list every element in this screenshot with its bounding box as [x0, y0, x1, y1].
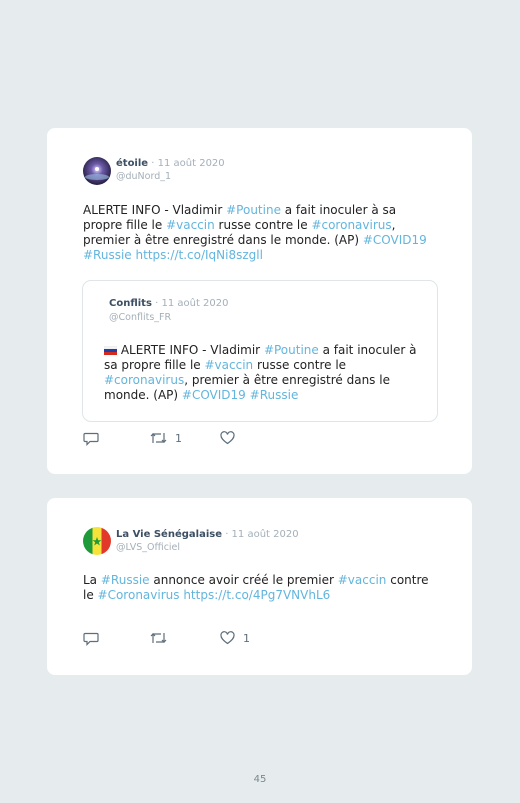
tweet-text-segment: russe contre le: [253, 358, 347, 372]
quoted-tweet-date: · 11 août 2020: [155, 298, 229, 309]
hashtag-link[interactable]: #coronavirus: [104, 373, 184, 387]
tweet-date[interactable]: · 11 août 2020: [151, 158, 224, 169]
hashtag-link[interactable]: #coronavirus: [311, 218, 391, 232]
retweet-button[interactable]: 1: [150, 430, 182, 446]
tweet-text: La #Russie annonce avoir créé le premier…: [83, 573, 443, 603]
like-icon: [220, 631, 235, 645]
like-button[interactable]: 1: [220, 630, 250, 646]
avatar[interactable]: [83, 527, 111, 555]
hashtag-link[interactable]: #Russie: [83, 248, 132, 262]
tweet-text-segment: ALERTE INFO - Vladimir: [83, 203, 227, 217]
retweet-icon: [150, 633, 167, 643]
hashtag-link[interactable]: #Russie: [101, 573, 150, 587]
hashtag-link[interactable]: #Coronavirus: [98, 588, 180, 602]
page-number: 45: [253, 774, 267, 785]
retweet-count: 1: [175, 431, 182, 445]
author-handle[interactable]: @duNord_1: [116, 170, 171, 183]
like-icon: [220, 431, 235, 445]
reply-button[interactable]: [83, 430, 99, 446]
quoted-tweet-text: ALERTE INFO - Vladimir #Poutine a fait i…: [103, 343, 419, 403]
tweet-text-segment: La: [83, 573, 101, 587]
russia-flag-icon: [103, 345, 118, 355]
tweet-link[interactable]: https://t.co/IqNi8szgll: [132, 248, 263, 262]
tweet-date[interactable]: · 11 août 2020: [225, 529, 298, 540]
hashtag-link[interactable]: #vaccin: [205, 358, 254, 372]
retweet-icon: [150, 433, 167, 443]
author-name[interactable]: La Vie Sénégalaise: [116, 529, 222, 540]
hashtag-link[interactable]: #Russie: [250, 388, 299, 402]
tweet-actions: 1: [83, 430, 283, 446]
tweet-text: ALERTE INFO - Vladimir #Poutine a fait i…: [83, 203, 433, 263]
tweet-link[interactable]: https://t.co/4Pg7VNVhL6: [180, 588, 330, 602]
quoted-author-name[interactable]: Conflits: [109, 298, 152, 309]
hashtag-link[interactable]: #vaccin: [166, 218, 215, 232]
like-count: 1: [243, 631, 250, 645]
quoted-tweet[interactable]: Conflits · 11 août 2020 @Conflits_FR ALE…: [82, 280, 438, 422]
reply-icon: [83, 432, 99, 446]
hashtag-link[interactable]: #Poutine: [226, 203, 281, 217]
tweet-card-1: étoile · 11 août 2020 @duNord_1 ALERTE I…: [47, 128, 472, 474]
senegal-flag-icon: [83, 527, 111, 555]
retweet-button[interactable]: [150, 630, 175, 646]
author-handle[interactable]: @LVS_Officiel: [116, 541, 180, 554]
tweet-card-2: La Vie Sénégalaise · 11 août 2020 @LVS_O…: [47, 498, 472, 675]
hashtag-link[interactable]: #vaccin: [338, 573, 387, 587]
quoted-author-handle: @Conflits_FR: [109, 312, 172, 323]
reply-icon: [83, 632, 99, 646]
hashtag-link[interactable]: #COVID19: [182, 388, 246, 402]
author-name[interactable]: étoile: [116, 158, 148, 169]
hashtag-link[interactable]: #COVID19: [363, 233, 427, 247]
avatar[interactable]: [83, 157, 111, 185]
hashtag-link[interactable]: #Poutine: [264, 343, 319, 357]
tweet-text-segment: ALERTE INFO - Vladimir: [117, 343, 264, 357]
tweet-text-segment: russe contre le: [214, 218, 312, 232]
tweet-actions: 1: [83, 630, 283, 646]
tweet-text-segment: annonce avoir créé le premier: [149, 573, 338, 587]
reply-button[interactable]: [83, 630, 99, 646]
like-button[interactable]: [220, 430, 243, 446]
